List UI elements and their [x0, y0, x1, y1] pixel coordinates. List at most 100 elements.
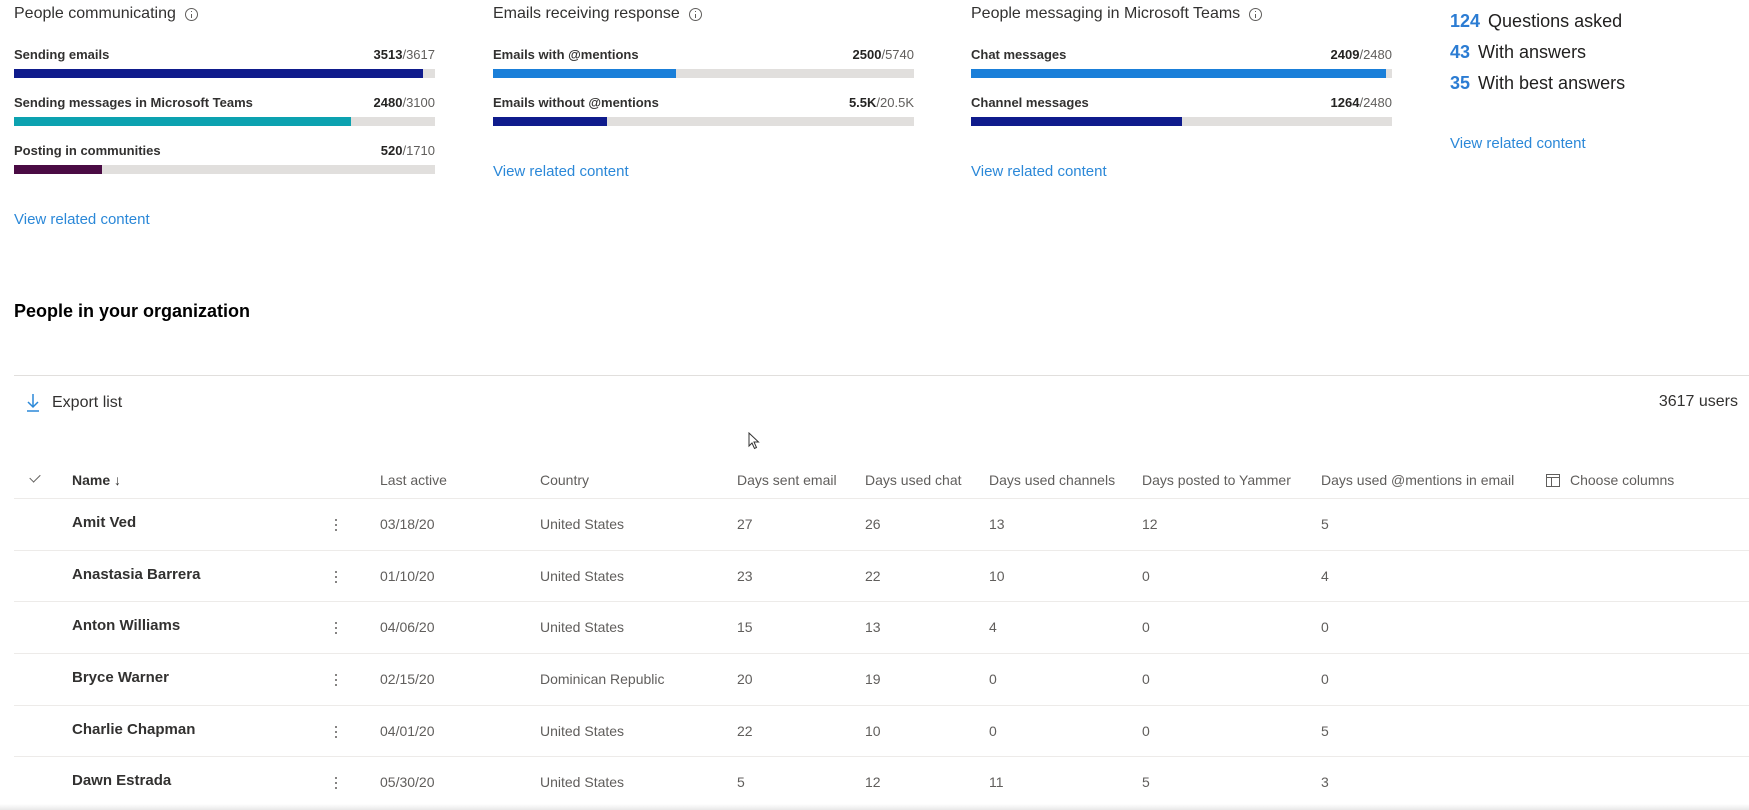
cell-last-active: 02/15/20 — [380, 671, 435, 688]
cell-days-mentions-email: 0 — [1321, 619, 1329, 636]
table-row[interactable]: Charlie Chapman 04/01/20 United States 2… — [14, 706, 1749, 758]
mouse-cursor-icon — [748, 432, 760, 450]
qa-label: Questions asked — [1488, 11, 1623, 31]
info-icon[interactable] — [688, 7, 702, 21]
metric-value: 3513/3617 — [373, 46, 435, 62]
cell-days-posted-yammer: 0 — [1142, 671, 1150, 688]
qa-label: With best answers — [1478, 73, 1626, 93]
qa-view-related-content-link[interactable]: View related content — [1450, 135, 1586, 152]
cell-name[interactable]: Bryce Warner — [72, 669, 169, 686]
cell-days-mentions-email: 0 — [1321, 671, 1329, 688]
cell-days-sent-email: 22 — [737, 722, 753, 739]
sort-descending-icon: ↓ — [114, 472, 122, 488]
more-options-icon[interactable] — [329, 568, 343, 586]
cell-days-posted-yammer: 12 — [1142, 516, 1158, 532]
metric-emails-without-mentions: Emails without @mentions 5.5K/20.5K — [493, 94, 914, 126]
table-row[interactable]: Dawn Estrada 05/30/20 United States 5 12… — [14, 757, 1749, 810]
cell-days-mentions-email: 5 — [1321, 722, 1329, 739]
cell-days-used-chat: 10 — [865, 722, 881, 739]
cell-days-sent-email: 15 — [737, 619, 753, 636]
cell-days-posted-yammer: 5 — [1142, 774, 1150, 791]
cell-last-active: 05/30/20 — [380, 774, 435, 791]
qa-questions-asked: 124 Questions asked — [1450, 11, 1622, 32]
select-all-checkmark-icon[interactable] — [29, 471, 41, 483]
metric-chat-messages: Chat messages 2409/2480 — [971, 46, 1392, 78]
cell-name[interactable]: Anastasia Barrera — [72, 566, 200, 583]
table-row[interactable]: Amit Ved 03/18/20 United States 27 26 13… — [14, 499, 1749, 551]
cell-days-used-channels: 11 — [989, 774, 1004, 791]
metric-value: 520/1710 — [380, 142, 435, 158]
cell-country: United States — [540, 516, 625, 532]
metric-value: 2409/2480 — [1330, 46, 1392, 62]
cell-name[interactable]: Dawn Estrada — [72, 772, 171, 789]
cell-name[interactable]: Charlie Chapman — [72, 721, 195, 738]
cell-days-sent-email: 27 — [737, 516, 753, 532]
cell-name[interactable]: Anton Williams — [72, 617, 180, 634]
progress-fill — [493, 69, 677, 78]
metric-value: 2500/5740 — [852, 46, 914, 62]
people-table: Amit Ved 03/18/20 United States 27 26 13… — [14, 499, 1749, 810]
table-row[interactable]: Bryce Warner 02/15/20 Dominican Republic… — [14, 654, 1749, 706]
users-count: 3617 users — [1658, 393, 1738, 410]
table-row[interactable]: Anastasia Barrera 01/10/20 United States… — [14, 551, 1749, 603]
view-related-content-link[interactable]: View related content — [971, 163, 1107, 180]
column-header-last-active[interactable]: Last active — [380, 472, 447, 488]
cell-days-used-chat: 19 — [865, 671, 881, 688]
progress-fill — [14, 165, 103, 174]
progress-fill — [493, 117, 607, 126]
export-list-button[interactable]: Export list — [26, 393, 122, 413]
column-header-days-posted-yammer[interactable]: Days posted to Yammer — [1142, 472, 1291, 488]
metric-label: Channel messages — [971, 94, 1089, 110]
column-header-days-used-chat[interactable]: Days used chat — [865, 472, 962, 488]
progress-bar — [14, 117, 435, 126]
progress-bar — [14, 69, 435, 78]
metric-label: Emails without @mentions — [493, 94, 659, 110]
view-related-content-link[interactable]: View related content — [14, 211, 150, 228]
cell-country: United States — [540, 567, 625, 584]
qa-with-best-answers: 35 With best answers — [1450, 73, 1625, 94]
more-options-icon[interactable] — [329, 671, 343, 689]
cell-days-posted-yammer: 0 — [1142, 567, 1150, 584]
table-row[interactable]: Anton Williams 04/06/20 United States 15… — [14, 602, 1749, 655]
column-header-days-sent-email[interactable]: Days sent email — [737, 472, 837, 488]
metric-sending-emails: Sending emails 3513/3617 — [14, 46, 435, 78]
qa-with-answers: 43 With answers — [1450, 42, 1586, 63]
cell-country: United States — [540, 619, 625, 636]
info-icon[interactable] — [1249, 7, 1263, 21]
cell-days-used-channels: 4 — [989, 619, 997, 636]
choose-columns-button[interactable]: Choose columns — [1546, 472, 1674, 488]
progress-fill — [971, 69, 1386, 78]
metric-value: 5.5K/20.5K — [848, 94, 914, 110]
qa-count: 43 — [1450, 42, 1471, 62]
progress-bar — [14, 165, 435, 174]
card-title: Emails receiving response — [493, 5, 702, 23]
column-header-days-used-channels[interactable]: Days used channels — [989, 472, 1115, 488]
cell-days-mentions-email: 5 — [1321, 516, 1329, 532]
more-options-icon[interactable] — [329, 619, 343, 637]
cell-days-used-chat: 22 — [865, 567, 881, 584]
section-title: People in your organization — [14, 301, 251, 321]
column-header-country[interactable]: Country — [540, 472, 589, 488]
cell-country: Dominican Republic — [540, 671, 665, 688]
card-title: People communicating — [14, 5, 198, 23]
more-options-icon[interactable] — [329, 723, 343, 741]
cell-name[interactable]: Amit Ved — [72, 514, 136, 531]
cell-days-posted-yammer: 0 — [1142, 722, 1150, 739]
table-header: Name ↓ Last active Country Days sent ema… — [14, 462, 1749, 499]
cell-last-active: 04/01/20 — [380, 722, 435, 739]
more-options-icon[interactable] — [329, 774, 343, 792]
progress-bar — [971, 69, 1392, 78]
column-header-name[interactable]: Name ↓ — [72, 472, 121, 488]
column-header-days-mentions-email[interactable]: Days used @mentions in email — [1321, 472, 1514, 488]
metric-label: Chat messages — [971, 46, 1067, 62]
cell-last-active: 01/10/20 — [380, 567, 435, 584]
cell-days-used-channels: 13 — [989, 516, 1005, 532]
progress-bar — [493, 69, 914, 78]
metric-value: 2480/3100 — [373, 94, 435, 110]
view-related-content-link[interactable]: View related content — [493, 163, 629, 180]
info-icon[interactable] — [184, 7, 198, 21]
more-options-icon[interactable] — [329, 516, 343, 534]
cell-days-used-chat: 13 — [865, 619, 881, 636]
cell-country: United States — [540, 774, 625, 791]
cell-days-sent-email: 23 — [737, 567, 753, 584]
